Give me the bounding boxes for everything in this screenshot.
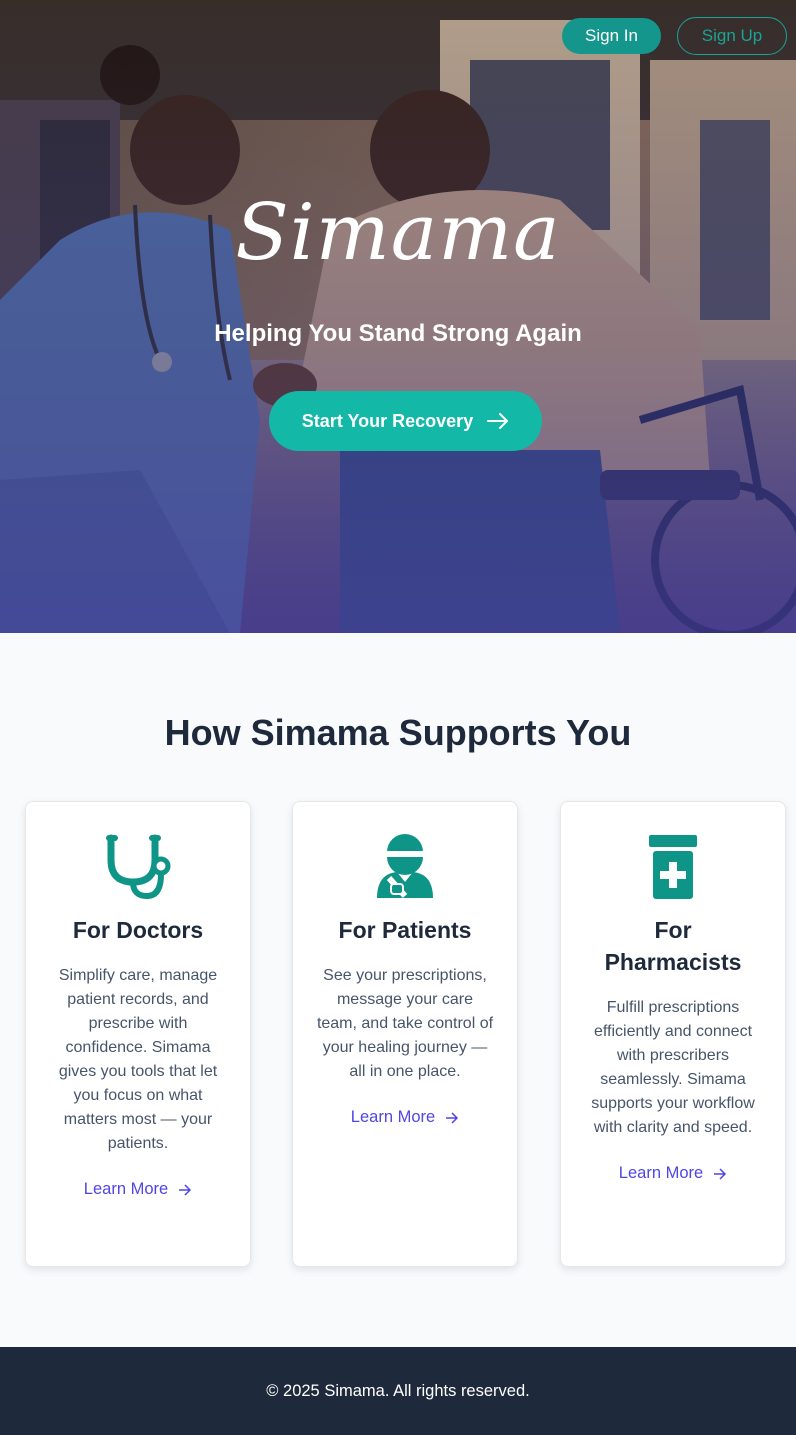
card-pharmacists: For Pharmacists Fulfill prescriptions ef… (560, 801, 786, 1267)
arrow-right-icon (714, 1167, 727, 1180)
arrow-right-icon (446, 1111, 459, 1124)
card-text: Simplify care, manage patient records, a… (58, 967, 218, 1152)
card-text: See your prescriptions, message your car… (316, 967, 494, 1080)
copyright-text: © 2025 Simama. All rights reserved. (266, 1381, 530, 1400)
card-text: Fulfill prescriptions efficiently and co… (591, 999, 755, 1136)
arrow-right-icon (487, 413, 509, 429)
sign-up-button[interactable]: Sign Up (677, 17, 787, 55)
learn-more-link[interactable]: Learn More (619, 1164, 727, 1183)
card-title: For Pharmacists (604, 917, 742, 975)
card-patients: For Patients See your prescriptions, mes… (292, 801, 518, 1267)
start-recovery-label: Start Your Recovery (301, 410, 474, 431)
start-recovery-button[interactable]: Start Your Recovery (269, 391, 542, 451)
footer: © 2025 Simama. All rights reserved. (0, 1347, 796, 1435)
learn-more-link[interactable]: Learn More (84, 1180, 192, 1199)
learn-more-link[interactable]: Learn More (351, 1108, 459, 1127)
learn-more-label: Learn More (618, 1164, 704, 1182)
learn-more-label: Learn More (83, 1180, 169, 1198)
card-title: For Patients (338, 917, 472, 943)
hero-overlay (0, 0, 796, 633)
prescription-bottle-icon (583, 834, 763, 900)
arrow-right-icon (179, 1183, 192, 1196)
injured-patient-icon (315, 834, 495, 900)
brand-logo: Simama (235, 188, 561, 278)
sign-in-button[interactable]: Sign In (562, 18, 661, 54)
hero-tagline: Helping You Stand Strong Again (214, 320, 582, 347)
learn-more-label: Learn More (350, 1108, 436, 1126)
hero: Sign In Sign Up Simama Helping You Stand… (0, 0, 796, 633)
section-title: How Simama Supports You (164, 712, 632, 753)
top-nav: Sign In Sign Up (562, 17, 787, 55)
card-title: For Doctors (72, 917, 204, 943)
stethoscope-icon (48, 834, 228, 900)
card-doctors: For Doctors Simplify care, manage patien… (25, 801, 251, 1267)
